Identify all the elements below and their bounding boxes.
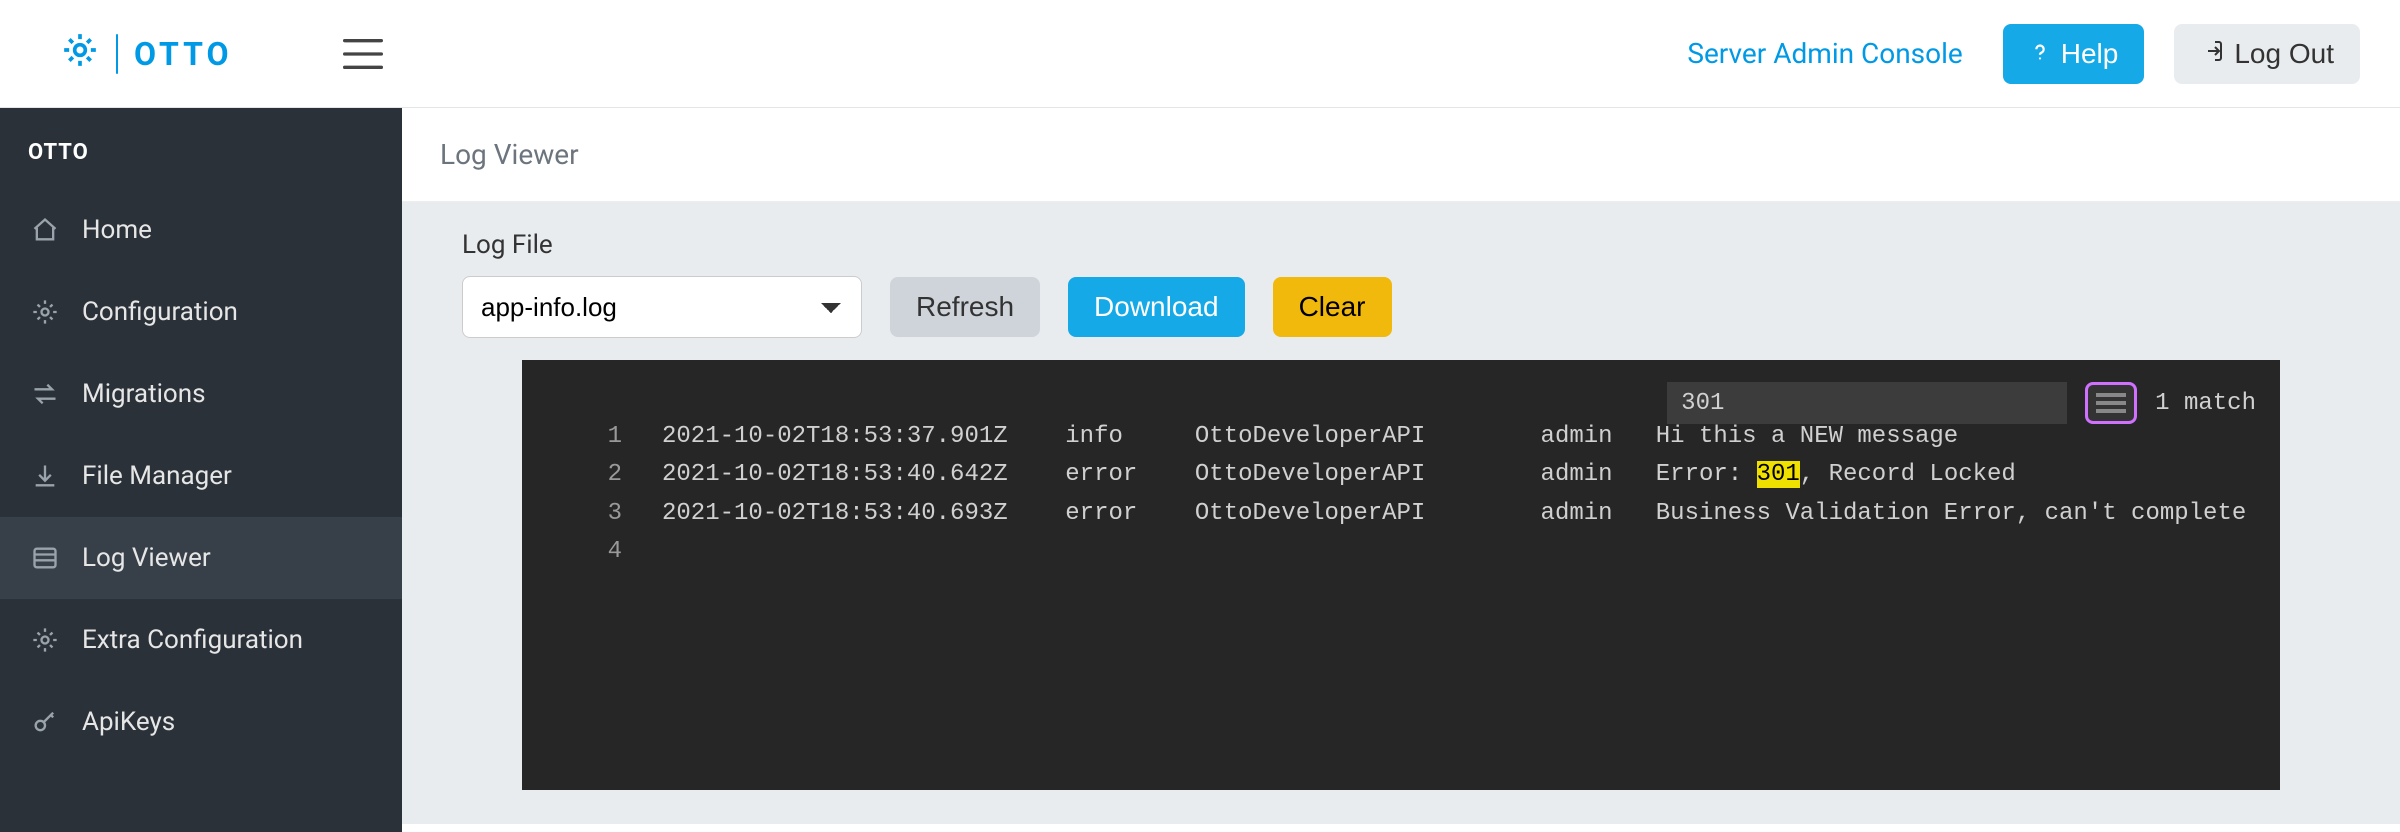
log-line: 3 2021-10-02T18:53:40.693Z error OttoDeve… xyxy=(562,495,2280,533)
menu-toggle[interactable] xyxy=(343,38,383,70)
sidebar-item-label: Migrations xyxy=(82,379,206,409)
line-content: 2021-10-02T18:53:40.693Z error OttoDevel… xyxy=(662,495,2246,533)
log-line: 4 xyxy=(562,533,2280,571)
gear-icon xyxy=(30,297,60,327)
line-number: 1 xyxy=(562,418,622,456)
file-select-label: Log File xyxy=(462,230,2340,260)
sidebar-item-migrations[interactable]: Migrations xyxy=(0,353,402,435)
admin-console-link[interactable]: Server Admin Console xyxy=(1687,37,1962,70)
topbar: OTTO Server Admin Console Help Log Out xyxy=(0,0,2400,108)
clear-button[interactable]: Clear xyxy=(1273,277,1392,337)
sidebar-item-apikeys[interactable]: ApiKeys xyxy=(0,681,402,763)
refresh-button[interactable]: Refresh xyxy=(890,277,1040,337)
gear-icon xyxy=(30,625,60,655)
sidebar-title: OTTO xyxy=(0,132,402,189)
sidebar-item-label: ApiKeys xyxy=(82,707,175,737)
question-icon xyxy=(2029,38,2051,70)
line-number: 3 xyxy=(562,495,622,533)
breadcrumb: Log Viewer xyxy=(402,108,2400,202)
highlight-color-button[interactable] xyxy=(2085,382,2137,424)
line-number: 4 xyxy=(562,533,622,571)
download-icon xyxy=(30,461,60,491)
sidebar-item-extra-configuration[interactable]: Extra Configuration xyxy=(0,599,402,681)
sidebar-item-log-viewer[interactable]: Log Viewer xyxy=(0,517,402,599)
logout-icon xyxy=(2200,38,2224,70)
logout-label: Log Out xyxy=(2234,38,2334,70)
help-button[interactable]: Help xyxy=(2003,24,2145,84)
sidebar-item-configuration[interactable]: Configuration xyxy=(0,271,402,353)
sidebar-item-file-manager[interactable]: File Manager xyxy=(0,435,402,517)
brand-logo: OTTO xyxy=(60,30,233,78)
log-line: 2 2021-10-02T18:53:40.642Z error OttoDeve… xyxy=(562,456,2280,494)
line-content: 2021-10-02T18:53:40.642Z error OttoDevel… xyxy=(662,456,2016,494)
log-file-select[interactable]: app-info.log xyxy=(462,276,862,338)
main-panel: Log Viewer Log File app-info.log Refresh… xyxy=(402,108,2400,832)
sidebar: OTTO Home Configuration Migrations File Man… xyxy=(0,108,402,832)
sidebar-item-home[interactable]: Home xyxy=(0,189,402,271)
line-number: 2 xyxy=(562,456,622,494)
sidebar-item-label: File Manager xyxy=(82,461,232,491)
list-icon xyxy=(30,543,60,573)
sidebar-item-label: Home xyxy=(82,215,152,245)
logout-button[interactable]: Log Out xyxy=(2174,24,2360,84)
logo-divider xyxy=(116,34,118,74)
home-icon xyxy=(30,215,60,245)
controls-bar: Log File app-info.log Refresh Download C… xyxy=(402,202,2400,824)
sidebar-item-label: Log Viewer xyxy=(82,543,211,573)
match-count: 1 match xyxy=(2155,390,2256,417)
key-icon xyxy=(30,707,60,737)
gear-icon xyxy=(60,30,100,78)
brand-text: OTTO xyxy=(134,35,233,73)
log-viewer: 1 match 12021-10-02T18:53:37.901Z info O… xyxy=(522,360,2280,790)
help-label: Help xyxy=(2061,38,2119,70)
log-search-input[interactable] xyxy=(1667,382,2067,424)
sidebar-item-label: Extra Configuration xyxy=(82,625,303,655)
download-button[interactable]: Download xyxy=(1068,277,1245,337)
swap-icon xyxy=(30,379,60,409)
sidebar-item-label: Configuration xyxy=(82,297,238,327)
